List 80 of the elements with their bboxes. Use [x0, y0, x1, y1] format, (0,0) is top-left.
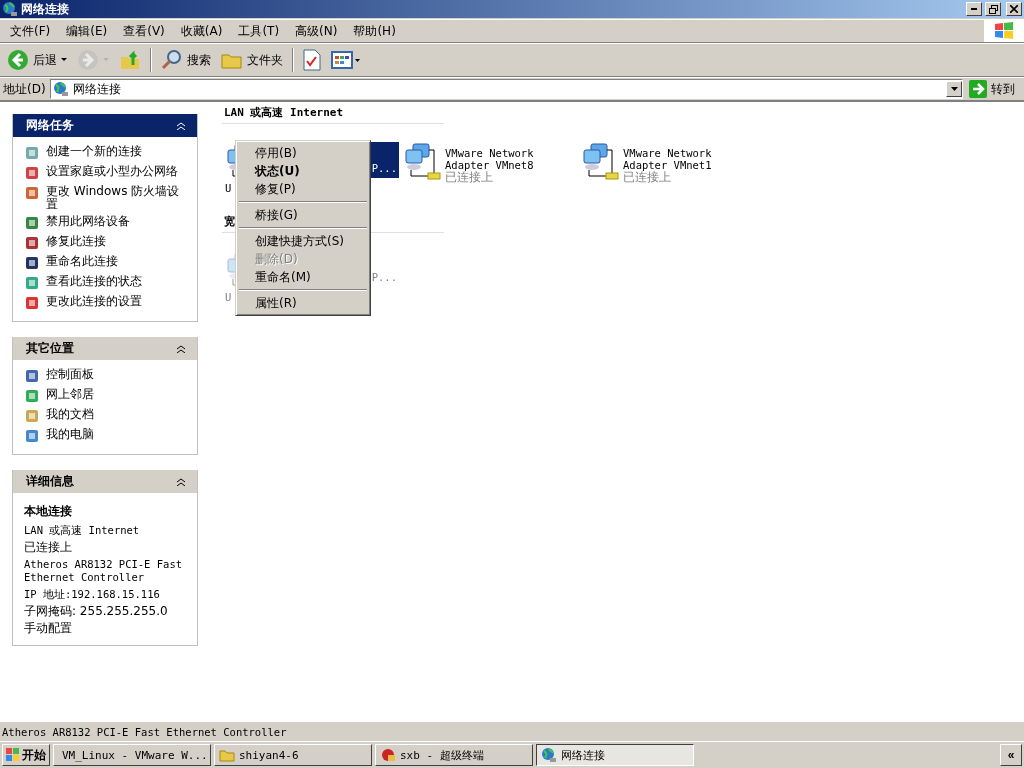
go-button[interactable]: 转到 [967, 80, 1021, 98]
task-link[interactable]: 查看此连接的状态 [46, 275, 186, 288]
checklist-icon [303, 49, 321, 71]
connection-name: 本地连接 [24, 503, 73, 520]
panel-header[interactable]: 详细信息 [13, 470, 197, 493]
caret-icon [950, 87, 958, 91]
dropdown-button[interactable] [946, 81, 962, 97]
task-link[interactable]: 网上邻居 [46, 388, 186, 401]
connection-status: 已连接上 [445, 171, 494, 183]
search-icon [161, 49, 183, 71]
minimize-icon [971, 8, 977, 10]
context-menu-item[interactable]: 桥接(G) [238, 206, 368, 224]
context-menu-item[interactable]: 创建快捷方式(S) [238, 232, 368, 250]
menu-item[interactable]: 查看(V) [115, 22, 173, 40]
context-menu-item[interactable]: 修复(P) [238, 180, 368, 198]
context-menu-item[interactable]: 状态(U) [238, 162, 368, 180]
connection-name[interactable]: VMware Network Adapter VMnet1 [623, 147, 723, 171]
close-icon [1010, 5, 1018, 13]
collapse-icon [177, 477, 185, 486]
folders-button[interactable]: 文件夹 [217, 47, 287, 73]
taskbar-button[interactable]: sxb - 超级终端 [375, 744, 533, 766]
close-button[interactable] [1006, 2, 1022, 16]
search-button[interactable]: 搜索 [157, 47, 215, 73]
taskbar-button[interactable]: shiyan4-6 [214, 744, 372, 766]
taskbar-button[interactable]: VM_Linux - VMware W... [53, 744, 211, 766]
connection-name[interactable]: VMware Network Adapter VMnet8 [445, 147, 545, 171]
folder-up-icon [119, 49, 141, 71]
detail-text: 已连接上 [24, 541, 73, 554]
taskbar-button[interactable]: 网络连接 [536, 744, 694, 766]
menu-item[interactable]: 工具(T) [230, 22, 288, 40]
task-link[interactable]: 控制面板 [46, 368, 186, 381]
back-button[interactable]: 后退 [3, 47, 71, 73]
network-globe-icon [541, 747, 557, 763]
detail-text: Atheros AR8132 PCI-E Fast Ethernet Controller [24, 558, 184, 584]
start-button[interactable]: 开始 [2, 744, 50, 766]
network-globe-icon [2, 1, 18, 17]
context-menu-item[interactable]: 停用(B) [238, 144, 368, 162]
task-link[interactable]: 禁用此网络设备 [46, 215, 186, 228]
task-link[interactable]: 设置家庭或小型办公网络 [46, 165, 186, 178]
task-link[interactable]: 我的电脑 [46, 428, 186, 441]
context-menu-item[interactable]: 属性(R) [238, 294, 368, 312]
task-link[interactable]: 更改 Windows 防火墙设置 [46, 185, 186, 211]
task-link[interactable]: 我的文档 [46, 408, 186, 421]
status-text: Atheros AR8132 PCI-E Fast Ethernet Controller [1, 725, 287, 738]
detail-text: LAN 或高速 Internet [24, 524, 141, 537]
panel-header[interactable]: 其它位置 [13, 337, 197, 360]
context-menu-item[interactable]: 重命名(M) [238, 268, 368, 286]
detail-text: 子网掩码: 255.255.255.0 [24, 605, 169, 618]
menu-item[interactable]: 文件(F) [2, 22, 59, 40]
menu-item[interactable]: 高级(N) [287, 22, 346, 40]
connection-status: 已连接上 [623, 171, 672, 183]
address-label: 地址(D) [3, 80, 46, 98]
detail-text: 手动配置 [24, 622, 73, 635]
windows-logo-icon [6, 748, 20, 762]
collapse-icon [177, 121, 185, 130]
panel-header[interactable]: 网络任务 [13, 114, 197, 137]
go-arrow-icon [969, 80, 987, 98]
restore-icon [988, 4, 998, 14]
detail-text: IP 地址:192.168.15.116 [24, 588, 161, 601]
caret-icon [61, 58, 67, 62]
group-header: 宽 [224, 215, 235, 228]
windows-logo-icon [993, 21, 1015, 41]
task-link[interactable]: 创建一个新的连接 [46, 145, 186, 158]
views-icon [331, 50, 361, 70]
caret-icon [103, 58, 109, 62]
task-link[interactable]: 更改此连接的设置 [46, 295, 186, 308]
window-title: 网络连接 [21, 0, 70, 18]
task-link[interactable]: 修复此连接 [46, 235, 186, 248]
address-field[interactable]: 网络连接 [49, 79, 963, 99]
network-globe-icon [52, 81, 69, 97]
menu-item[interactable]: 收藏(A) [172, 22, 231, 40]
minimize-button[interactable] [966, 2, 982, 16]
menu-item[interactable]: 帮助(H) [345, 22, 404, 40]
menu-item[interactable]: 编辑(E) [58, 22, 116, 40]
group-header: LAN 或高速 Internet [224, 106, 344, 119]
folder-icon [219, 747, 235, 763]
collapse-icon [177, 344, 185, 353]
restore-button[interactable] [985, 2, 1001, 16]
task-link[interactable]: 重命名此连接 [46, 255, 186, 268]
tray-expand-button[interactable]: « [1000, 744, 1022, 766]
